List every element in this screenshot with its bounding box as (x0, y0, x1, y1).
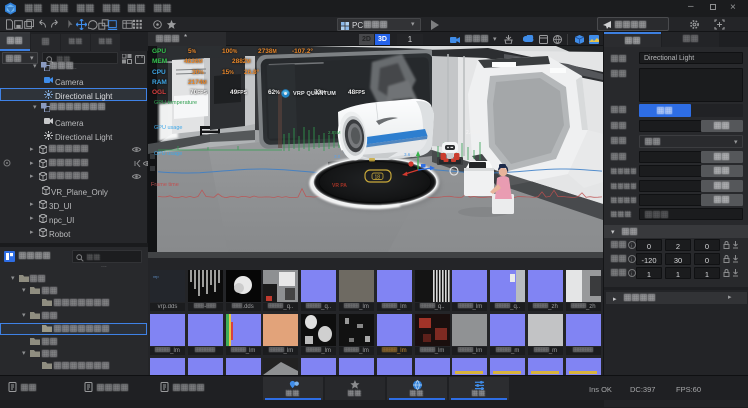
svg-text:i: i (631, 271, 632, 277)
svg-text:i: i (631, 257, 632, 263)
svg-text:i: i (631, 243, 632, 249)
svg-text:vrp: vrp (153, 274, 159, 279)
